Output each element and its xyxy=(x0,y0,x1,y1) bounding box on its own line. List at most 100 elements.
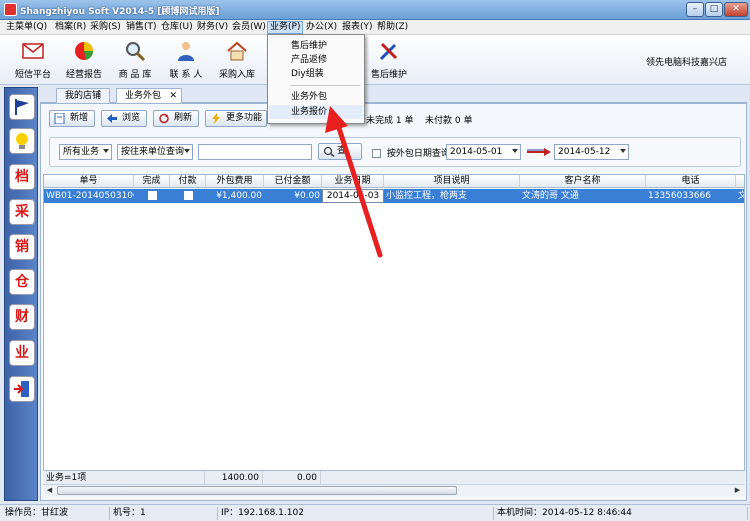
scroll-right-icon[interactable]: ▶ xyxy=(732,486,743,495)
menu-report[interactable]: 报表(Y) xyxy=(340,21,375,34)
checkbox[interactable] xyxy=(183,191,193,200)
business-report-button[interactable]: 经营报告 xyxy=(59,37,109,83)
tab-my-store[interactable]: 我的店铺 xyxy=(56,88,111,103)
column-header-desc[interactable]: 项目说明 xyxy=(384,175,520,188)
date-filter-checkbox[interactable]: 按外包日期查询 xyxy=(372,146,450,159)
sidebar-item-sales[interactable]: 销 xyxy=(9,234,35,260)
cell-no[interactable]: WB01-201405031001 xyxy=(44,189,134,203)
cell-phone[interactable]: 13356033666 xyxy=(646,189,736,203)
sidebar-item-archive[interactable]: 档 xyxy=(9,164,35,190)
minimize-button[interactable]: – xyxy=(686,2,704,17)
menu-warehouse[interactable]: 仓库(U) xyxy=(159,21,195,34)
contacts-button[interactable]: 联 系 人 xyxy=(161,37,211,83)
status-time: 本机时间：2014-05-12 8:46:44 xyxy=(494,507,748,520)
status-operator: 操作员：甘红波 xyxy=(2,507,110,520)
column-header-no[interactable]: 单号 xyxy=(44,175,134,188)
refresh-button[interactable]: 刷新 xyxy=(153,110,199,127)
menu-item-product-repair[interactable]: 产品返修 xyxy=(269,53,363,67)
tab-close-icon[interactable]: ✕ xyxy=(169,89,177,103)
sidebar-item-business[interactable]: 业 xyxy=(9,340,35,366)
menu-office[interactable]: 办公(X) xyxy=(304,21,339,34)
status-bar: 操作员：甘红波 机号：1 IP：192.168.1.102 本机时间：2014-… xyxy=(0,504,750,521)
status-machine: 机号：1 xyxy=(110,507,218,520)
back-arrow-icon xyxy=(107,114,117,123)
column-header-fee[interactable]: 外包费用 xyxy=(206,175,264,188)
cell-paid-amount[interactable]: ¥0.00 xyxy=(264,189,322,203)
lightning-icon xyxy=(212,113,220,124)
menu-member[interactable]: 会员(W) xyxy=(230,21,268,34)
cell-date-editor[interactable]: 2014-05-03 xyxy=(322,189,384,203)
column-header-done[interactable]: 完成 xyxy=(134,175,170,188)
chevron-down-icon xyxy=(184,149,190,153)
search-button[interactable]: 查 xyxy=(318,143,362,160)
sidebar-item-purchase[interactable]: 采 xyxy=(9,199,35,225)
sidebar-item-flag[interactable] xyxy=(9,94,35,120)
checkbox[interactable] xyxy=(147,191,157,200)
horizontal-scrollbar[interactable]: ◀ ▶ xyxy=(43,484,745,496)
menu-help[interactable]: 帮助(Z) xyxy=(375,21,410,34)
tools-icon xyxy=(379,42,398,61)
scroll-thumb[interactable] xyxy=(57,486,457,495)
sidebar-item-exit[interactable] xyxy=(9,376,35,402)
cell-paid-flag[interactable] xyxy=(170,189,206,203)
menu-separator xyxy=(290,85,360,86)
grid-footer: 业务=1项 1400.00 0.00 xyxy=(43,470,745,485)
person-icon xyxy=(178,42,194,61)
chevron-down-icon xyxy=(620,149,626,153)
after-sales-button[interactable]: 售后维护 xyxy=(364,37,414,83)
menu-business[interactable]: 业务(P) xyxy=(267,21,304,34)
window-title: Shangzhiyou Soft V2014-5 [顾博网试用版] xyxy=(20,7,220,17)
cell-extra[interactable]: 文 xyxy=(736,189,744,203)
table-row[interactable]: WB01-201405031001 ¥1,400.00 ¥0.00 2014-0… xyxy=(44,189,744,203)
outsourcing-grid: 单号 完成 付款 外包费用 已付金额 业务日期 项目说明 客户名称 电话 WB0… xyxy=(43,174,745,482)
filter-bar: 所有业务 按往来单位查询 查 按外包日期查询 2014-05-01 2014-0… xyxy=(49,137,741,167)
bulb-icon xyxy=(16,133,28,149)
scroll-left-icon[interactable]: ◀ xyxy=(44,486,55,495)
menu-main[interactable]: 主菜单(Q) xyxy=(4,21,49,34)
column-header-paid-amount[interactable]: 已付金额 xyxy=(264,175,322,188)
menu-archive[interactable]: 档案(R) xyxy=(53,21,88,34)
sidebar-item-tips[interactable] xyxy=(9,128,35,154)
close-button[interactable]: ✕ xyxy=(724,2,748,17)
search-icon xyxy=(323,146,335,157)
date-to-picker[interactable]: 2014-05-12 xyxy=(554,144,629,160)
sms-platform-button[interactable]: 短信平台 xyxy=(8,37,58,83)
menu-sales[interactable]: 销售(T) xyxy=(124,21,159,34)
query-type-select[interactable]: 按往来单位查询 xyxy=(117,144,193,160)
title-bar: Shangzhiyou Soft V2014-5 [顾博网试用版] – □ ✕ xyxy=(0,0,750,20)
footer-count: 业务=1项 xyxy=(43,471,205,485)
status-ip: IP：192.168.1.102 xyxy=(218,507,494,520)
column-header-paid-flag[interactable]: 付款 xyxy=(170,175,206,188)
new-button[interactable]: 新增 xyxy=(49,110,95,127)
range-arrow-icon xyxy=(527,148,551,156)
unpaid-count: 未付款 0 单 xyxy=(425,116,473,126)
sidebar-item-finance[interactable]: 财 xyxy=(9,304,35,330)
browse-button[interactable]: 浏览 xyxy=(101,110,147,127)
menu-item-quotation[interactable]: 业务报价 xyxy=(269,105,363,119)
cell-fee[interactable]: ¥1,400.00 xyxy=(206,189,264,203)
menu-item-outsourcing[interactable]: 业务外包 xyxy=(269,90,363,104)
menu-item-after-sales[interactable]: 售后维护 xyxy=(269,39,363,53)
product-library-button[interactable]: 商 品 库 xyxy=(110,37,160,83)
menu-finance[interactable]: 财务(V) xyxy=(195,21,230,34)
column-header-date[interactable]: 业务日期 xyxy=(322,175,384,188)
menu-purchase[interactable]: 采购(S) xyxy=(88,21,123,34)
cell-desc[interactable]: 小监控工程，枪两支 xyxy=(384,189,520,203)
business-type-select[interactable]: 所有业务 xyxy=(59,144,112,160)
purchase-stockin-button[interactable]: 采购入库 xyxy=(212,37,262,83)
flag-icon xyxy=(15,99,29,115)
outsourcing-panel: 新增 浏览 刷新 更多功能 未完成 1 单 未付款 0 单 所有业务 按往来单位… xyxy=(40,103,747,501)
more-functions-button[interactable]: 更多功能 xyxy=(205,110,267,127)
date-from-picker[interactable]: 2014-05-01 xyxy=(446,144,521,160)
maximize-button[interactable]: □ xyxy=(705,2,723,17)
tab-outsourcing[interactable]: 业务外包 ✕ xyxy=(116,88,183,103)
checkbox[interactable] xyxy=(372,149,381,158)
column-header-customer[interactable]: 客户名称 xyxy=(520,175,646,188)
keyword-input[interactable] xyxy=(198,144,312,160)
envelope-icon xyxy=(22,43,44,59)
cell-done[interactable] xyxy=(134,189,170,203)
menu-item-diy-assembly[interactable]: Diy组装 xyxy=(269,67,363,81)
column-header-phone[interactable]: 电话 xyxy=(646,175,736,188)
sidebar-item-warehouse[interactable]: 仓 xyxy=(9,269,35,295)
cell-customer[interactable]: 文涛的哥 文通 xyxy=(520,189,646,203)
